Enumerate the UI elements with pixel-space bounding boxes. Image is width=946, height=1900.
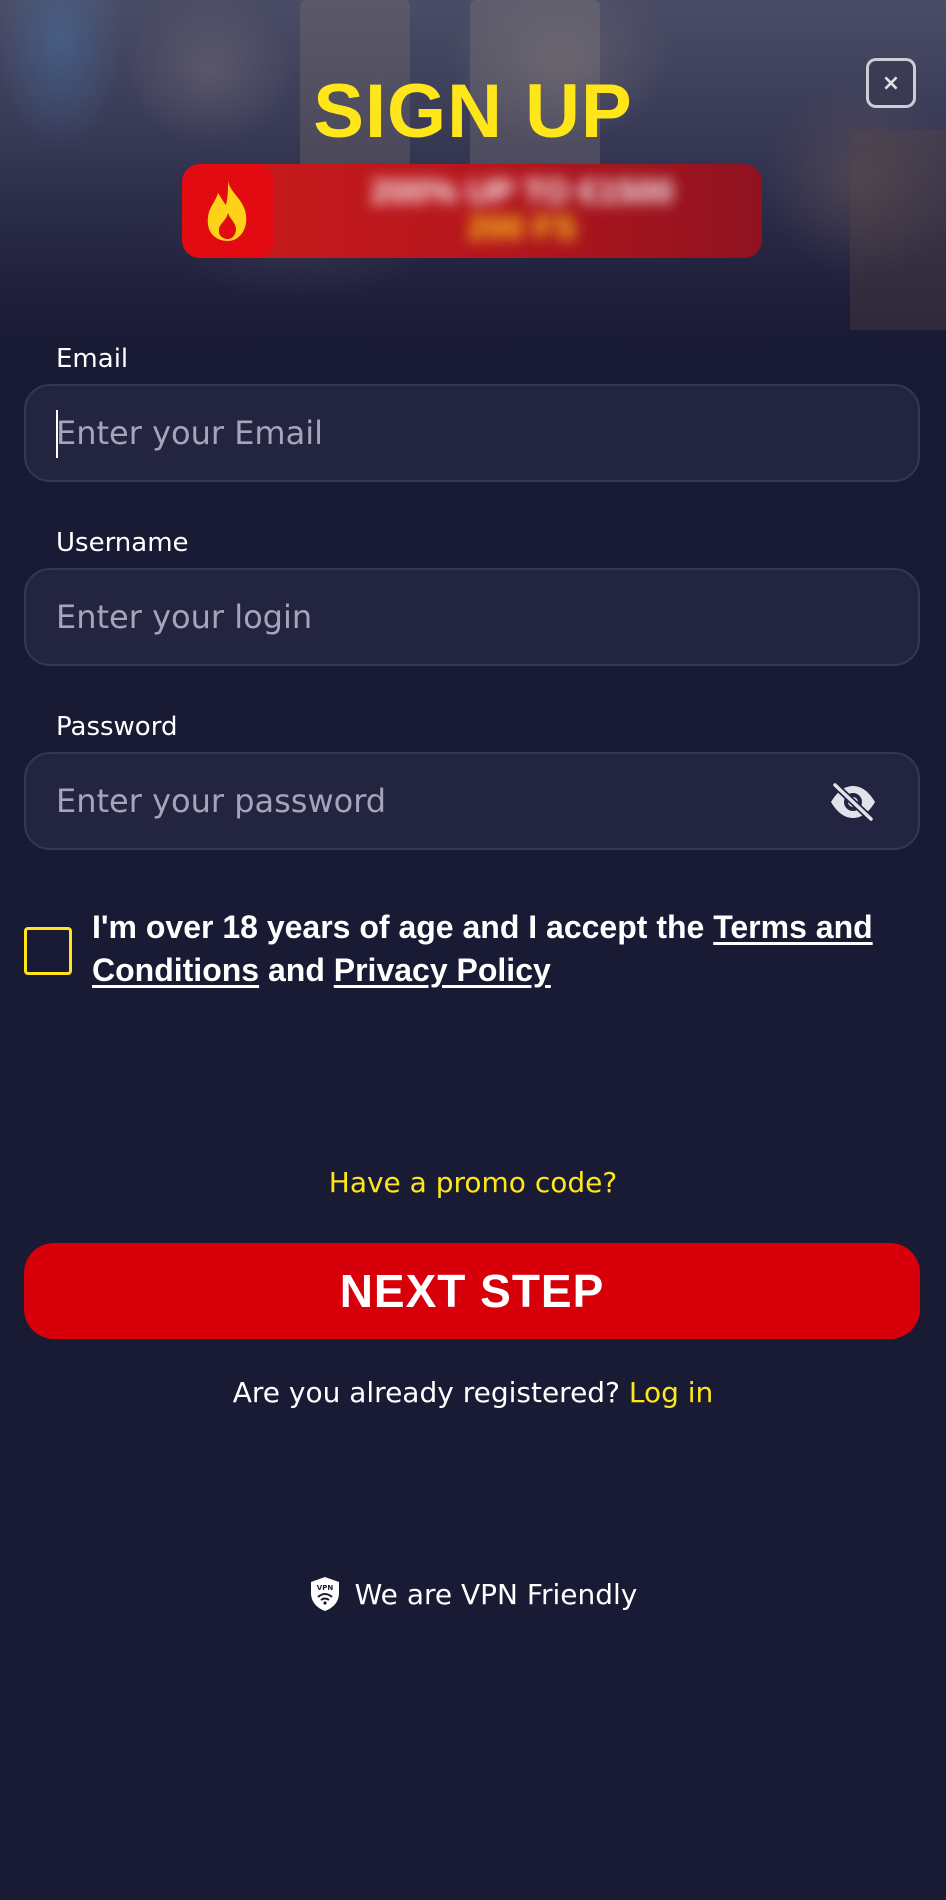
signup-screen: × SIGN UP 200% UP TO €1500 200 FS Email …	[0, 0, 946, 1900]
vpn-shield-icon: VPN	[310, 1577, 339, 1611]
login-link[interactable]: Log in	[629, 1376, 713, 1409]
login-prompt: Are you already registered? Log in	[0, 1376, 946, 1409]
login-question: Are you already registered?	[232, 1376, 620, 1409]
username-label: Username	[56, 528, 189, 558]
eye-slash-icon[interactable]	[828, 782, 878, 822]
vpn-friendly-notice: VPN We are VPN Friendly	[0, 1576, 946, 1612]
next-step-button[interactable]: NEXT STEP	[24, 1243, 920, 1339]
bonus-banner[interactable]: 200% UP TO €1500 200 FS	[182, 164, 762, 258]
username-field[interactable]	[56, 570, 816, 664]
age-terms-checkbox[interactable]	[24, 927, 72, 975]
bonus-banner-line1: 200% UP TO €1500	[370, 173, 674, 211]
vpn-friendly-text: We are VPN Friendly	[354, 1577, 638, 1611]
svg-text:VPN: VPN	[316, 1584, 333, 1592]
username-field-box[interactable]	[24, 568, 920, 666]
consent-text-before: I'm over 18 years of age and I accept th…	[92, 909, 714, 945]
text-caret	[56, 410, 58, 458]
promo-code-link[interactable]: Have a promo code?	[0, 1166, 946, 1199]
password-label: Password	[56, 712, 178, 742]
email-field[interactable]	[56, 386, 816, 480]
email-field-box[interactable]	[24, 384, 920, 482]
bonus-banner-line2: 200 FS	[467, 209, 577, 247]
email-label: Email	[56, 344, 129, 374]
password-field[interactable]	[56, 754, 816, 848]
page-title: SIGN UP	[313, 69, 633, 154]
privacy-policy-link[interactable]: Privacy Policy	[334, 952, 551, 988]
fire-icon	[182, 164, 274, 258]
password-field-box[interactable]	[24, 752, 920, 850]
bonus-banner-text: 200% UP TO €1500 200 FS	[292, 174, 752, 248]
consent-text-middle: and	[259, 952, 334, 988]
age-terms-consent-text: I'm over 18 years of age and I accept th…	[92, 906, 922, 992]
hero-decor	[850, 130, 946, 330]
